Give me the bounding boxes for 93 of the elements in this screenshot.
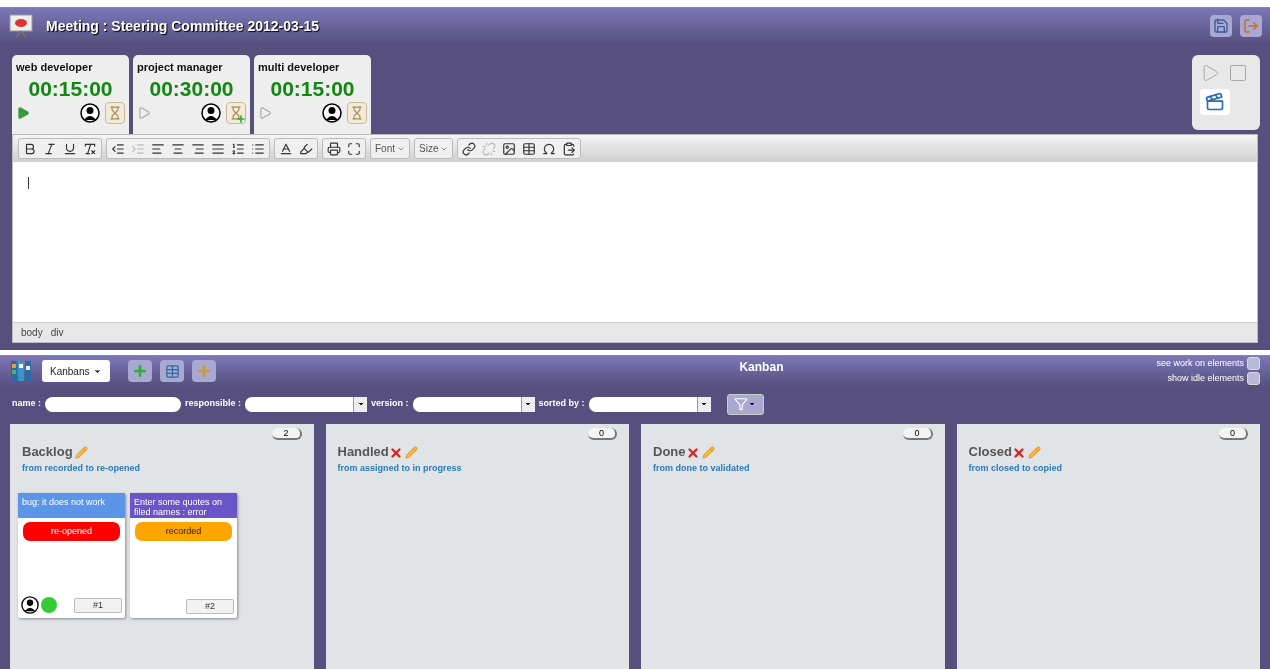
delete-icon[interactable]	[685, 445, 700, 460]
caret-icon	[700, 400, 709, 408]
column-subtitle: from assigned to in progress	[337, 461, 463, 475]
paste-icon[interactable]	[562, 141, 577, 156]
card-number-button[interactable]: #1	[74, 597, 122, 613]
count-badge: 0	[1219, 428, 1248, 440]
exit-icon	[1243, 18, 1259, 34]
count-badge: 0	[588, 428, 617, 440]
outdent-icon[interactable]	[111, 141, 125, 156]
column-title: Done	[653, 443, 686, 461]
timer-value: 00:30:00	[148, 75, 235, 101]
bold-icon[interactable]	[23, 141, 37, 156]
presentation-icon	[8, 14, 34, 38]
omega-icon[interactable]	[542, 141, 557, 156]
maximize-icon[interactable]	[347, 141, 361, 156]
kanban-title: Kanban	[739, 359, 784, 376]
role-label: web developer	[16, 60, 94, 75]
path-item[interactable]: body	[21, 325, 43, 340]
kanbans-dropdown[interactable]: Kanbans	[42, 360, 111, 382]
column-subtitle: from closed to copied	[968, 461, 1063, 475]
italic-icon[interactable]	[43, 141, 57, 156]
toolbar-dropdown[interactable]: Size	[414, 138, 454, 159]
status-pill: re-opened	[23, 522, 120, 541]
toolbar-dropdown[interactable]: Font	[370, 138, 410, 159]
kanban-layout-button[interactable]	[160, 360, 185, 382]
delete-icon[interactable]	[388, 445, 403, 460]
kanban-card[interactable]: bug: it does not work re-opened #1	[18, 493, 125, 618]
text-color-icon[interactable]	[279, 141, 293, 156]
align-right-icon[interactable]	[191, 141, 205, 156]
filter-select[interactable]	[588, 396, 711, 412]
kanban-card[interactable]: Enter some quotes on filed names : error recorded #2	[130, 493, 237, 618]
delete-icon[interactable]	[1011, 445, 1026, 460]
clapperboard-icon[interactable]	[1200, 89, 1230, 115]
filter-label: version :	[371, 397, 409, 411]
user-icon[interactable]	[21, 596, 39, 614]
text-cursor	[28, 177, 29, 189]
option-label: show idle elements	[1167, 371, 1244, 385]
role-label: multi developer	[258, 60, 341, 75]
name-field[interactable]	[45, 396, 181, 412]
path-item[interactable]: div	[50, 325, 64, 340]
column-title: Closed	[968, 443, 1012, 461]
plus-icon	[132, 363, 149, 379]
user-icon[interactable]	[322, 102, 342, 123]
checkbox[interactable]	[1247, 357, 1260, 371]
column-subtitle: from recorded to re-opened	[22, 461, 141, 475]
column-title: Handled	[337, 443, 389, 461]
filter-select[interactable]	[245, 396, 368, 412]
option-label: see work on elements	[1156, 357, 1244, 370]
card-number-button[interactable]: #2	[186, 599, 234, 614]
hourglass-icon[interactable]	[105, 101, 125, 124]
caret-icon	[356, 400, 365, 408]
align-left-icon[interactable]	[151, 141, 165, 156]
column-subtitle: from done to validated	[653, 461, 751, 475]
timer-value: 00:15:00	[269, 75, 356, 101]
hourglass-icon[interactable]	[347, 101, 367, 124]
window-title: Meeting : Steering Committee 2012-03-15	[46, 16, 320, 36]
image-icon[interactable]	[502, 141, 517, 156]
table-icon	[165, 363, 180, 379]
count-badge: 2	[272, 428, 302, 440]
column-title: Backlog	[22, 443, 73, 461]
plus-icon	[196, 363, 213, 379]
card-title: Enter some quotes on filed names : error	[130, 493, 237, 518]
underline-icon[interactable]	[63, 141, 77, 156]
link-icon[interactable]	[462, 141, 477, 156]
numbered-list-icon[interactable]	[231, 141, 245, 156]
status-pill: recorded	[135, 522, 232, 541]
save-icon	[1213, 18, 1229, 34]
background-color-icon[interactable]	[299, 141, 313, 156]
filter-label: name :	[12, 397, 41, 411]
filter-label: responsible :	[185, 397, 242, 411]
save-button[interactable]	[1210, 15, 1232, 37]
filter-select[interactable]	[412, 396, 535, 412]
kanban-icon	[10, 360, 32, 382]
align-center-icon[interactable]	[171, 141, 185, 156]
justify-icon[interactable]	[211, 141, 225, 156]
caret-icon	[524, 400, 533, 408]
filter-icon	[734, 397, 749, 411]
timer-value: 00:15:00	[27, 75, 114, 101]
table-icon[interactable]	[522, 141, 537, 156]
print-icon[interactable]	[327, 141, 341, 156]
checkbox[interactable]	[1247, 371, 1260, 385]
play-icon[interactable]	[16, 105, 30, 120]
user-icon[interactable]	[201, 102, 221, 123]
filter-button[interactable]	[726, 393, 764, 415]
filter-label: sorted by :	[538, 397, 585, 411]
count-badge: 0	[903, 428, 933, 440]
add-hourglass-icon[interactable]	[226, 101, 246, 124]
clear-format-icon[interactable]	[83, 141, 97, 156]
caret-icon	[748, 400, 757, 408]
user-icon[interactable]	[80, 102, 100, 123]
role-label: project manager	[137, 60, 224, 75]
card-title: bug: it does not work	[18, 493, 125, 518]
bullet-list-icon[interactable]	[251, 141, 265, 156]
